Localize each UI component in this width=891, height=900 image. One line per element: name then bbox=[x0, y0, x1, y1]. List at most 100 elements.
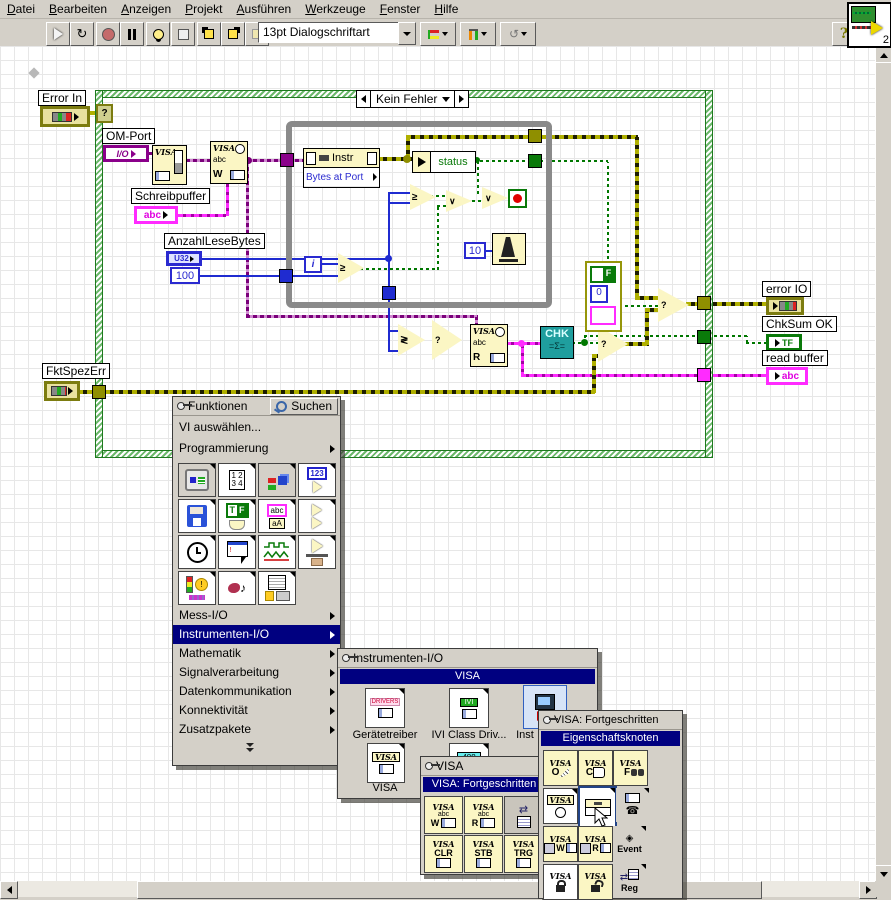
abort-button[interactable] bbox=[96, 22, 120, 46]
timing-icon[interactable] bbox=[178, 535, 216, 569]
schreibpuffer-terminal[interactable]: abc bbox=[134, 206, 178, 224]
waveform-icon[interactable] bbox=[258, 535, 296, 569]
checksum-vi-node[interactable]: CHK =Σ= bbox=[540, 326, 574, 359]
programmierung-item[interactable]: Programmierung bbox=[173, 439, 340, 458]
report-generation-icon[interactable] bbox=[258, 571, 296, 605]
string-wire[interactable] bbox=[521, 374, 766, 377]
property-bytes-at-port[interactable]: Bytes at Port bbox=[306, 172, 363, 183]
case-selector[interactable]: Kein Fehler bbox=[356, 90, 469, 108]
step-over-button[interactable] bbox=[221, 22, 245, 46]
anzahl-terminal[interactable]: U32 bbox=[166, 251, 202, 266]
string-wire[interactable] bbox=[178, 214, 226, 217]
cluster-class-variant-icon[interactable] bbox=[258, 463, 296, 497]
select-vi-item[interactable]: VI auswählen... bbox=[173, 418, 340, 437]
empty-string-constant[interactable] bbox=[590, 306, 616, 325]
pushpin-icon[interactable] bbox=[543, 716, 551, 724]
menu-hilfe[interactable]: Hilfe bbox=[427, 1, 465, 17]
visa-flush-buffer-node[interactable]: VISA bbox=[152, 145, 187, 185]
boolean-icon[interactable]: TF bbox=[218, 499, 256, 533]
fktspezerr-terminal[interactable] bbox=[44, 381, 80, 401]
error-wire[interactable] bbox=[645, 308, 660, 312]
visa-read-stb-icon[interactable]: VISASTB bbox=[464, 835, 503, 873]
loop-condition-terminal[interactable] bbox=[508, 189, 527, 208]
eigenschaftsknoten-category-bar[interactable]: Eigenschaftsknoten bbox=[541, 731, 680, 746]
loop-tunnel-error[interactable] bbox=[528, 129, 542, 143]
error-wire[interactable] bbox=[635, 137, 639, 298]
error-in-terminal[interactable] bbox=[40, 106, 90, 127]
font-selector[interactable]: 13pt Dialogschriftart bbox=[258, 22, 404, 43]
menu-fenster[interactable]: Fenster bbox=[373, 1, 428, 17]
case-selector-label[interactable]: Kein Fehler bbox=[371, 92, 442, 106]
visa-write-icon[interactable]: VISAabcW bbox=[424, 796, 463, 834]
category-zusatzpakete[interactable]: Zusatzpakete bbox=[173, 720, 340, 739]
visa-read-to-file-icon[interactable]: VISAR bbox=[578, 826, 613, 862]
highlight-execution-button[interactable] bbox=[146, 22, 170, 46]
ivi-class-driver-icon[interactable]: IVI bbox=[449, 688, 489, 728]
loop-tunnel-visa[interactable] bbox=[280, 153, 294, 167]
numeric-constant-10[interactable]: 10 bbox=[464, 242, 486, 259]
menu-projekt[interactable]: Projekt bbox=[178, 1, 229, 17]
case-tunnel-boolean[interactable] bbox=[697, 330, 711, 344]
visa-wire[interactable] bbox=[186, 159, 210, 162]
com-port-terminal[interactable]: I/O bbox=[103, 145, 149, 162]
category-mathematik[interactable]: Mathematik bbox=[173, 644, 340, 663]
read-buffer-terminal[interactable]: abc bbox=[766, 367, 808, 385]
error-wire[interactable] bbox=[78, 390, 595, 394]
status-element[interactable]: status bbox=[430, 151, 476, 173]
case-tunnel-string[interactable] bbox=[697, 368, 711, 382]
boolean-wire[interactable] bbox=[708, 335, 748, 337]
category-mess-io[interactable]: Mess-I/O bbox=[173, 606, 340, 625]
string-icon[interactable]: abcaA bbox=[258, 499, 296, 533]
visa-write-from-file-icon[interactable]: VISAW bbox=[543, 826, 578, 862]
vertical-scrollbar-thumb[interactable] bbox=[875, 62, 891, 867]
visa-open-icon[interactable]: VISAO bbox=[543, 750, 578, 786]
run-button[interactable] bbox=[46, 22, 70, 46]
clean-up-diagram-button[interactable]: ↺ bbox=[500, 22, 536, 46]
pushpin-icon[interactable] bbox=[425, 762, 433, 770]
search-button[interactable]: Suchen bbox=[270, 398, 338, 415]
visa-read-icon[interactable]: VISAabcR bbox=[464, 796, 503, 834]
geraetetreiber-icon[interactable]: DRIVERS bbox=[365, 688, 405, 728]
numeric-icon[interactable]: 123 bbox=[298, 463, 336, 497]
interface-specific-icon[interactable]: ☎ bbox=[616, 788, 649, 822]
loop-tunnel-numeric[interactable] bbox=[279, 269, 293, 283]
menu-anzeigen[interactable]: Anzeigen bbox=[114, 1, 178, 17]
string-wire[interactable] bbox=[226, 182, 229, 216]
error-wire[interactable] bbox=[592, 356, 596, 393]
visa-clear-icon[interactable]: VISACLR bbox=[424, 835, 463, 873]
menu-ausfuehren[interactable]: Ausführen bbox=[230, 1, 299, 17]
dialog-user-interface-icon[interactable]: ! bbox=[218, 535, 256, 569]
visa-category-bar[interactable]: VISA bbox=[340, 669, 595, 684]
visa-subpalette-icon[interactable]: VISA bbox=[367, 743, 405, 783]
distribute-objects-button[interactable] bbox=[460, 22, 496, 46]
coercion-dot[interactable]: ? bbox=[96, 104, 113, 123]
chevron-down-icon[interactable] bbox=[442, 97, 450, 102]
error-cluster-constant[interactable]: F 0 bbox=[585, 261, 622, 332]
structures-icon[interactable] bbox=[178, 463, 216, 497]
graphics-sound-icon[interactable]: ♪ bbox=[218, 571, 256, 605]
error-io-terminal[interactable] bbox=[766, 297, 804, 315]
visa-fortgeschritten-category-bar[interactable]: VISA: Fortgeschritten bbox=[423, 777, 545, 792]
string-wire[interactable] bbox=[521, 344, 524, 377]
visa-close-icon[interactable]: VISAC bbox=[578, 750, 613, 786]
visa-lock-icon[interactable]: VISA bbox=[543, 864, 578, 900]
error-wire[interactable] bbox=[635, 296, 660, 300]
visa-read-node[interactable]: VISA abc R bbox=[470, 324, 508, 367]
error-wire[interactable] bbox=[708, 302, 766, 306]
wait-ms-node[interactable] bbox=[492, 233, 526, 265]
visa-find-resource-icon[interactable]: VISAF bbox=[613, 750, 648, 786]
numeric-constant-100[interactable]: 100 bbox=[170, 267, 200, 284]
synchronization-icon[interactable]: ! bbox=[178, 571, 216, 605]
visa-unlock-icon[interactable]: VISA bbox=[578, 864, 613, 900]
chksum-ok-terminal[interactable]: TF bbox=[766, 334, 802, 351]
visa-property-node[interactable]: Instr Bytes at Port bbox=[303, 148, 380, 188]
align-objects-button[interactable] bbox=[420, 22, 456, 46]
case-tunnel-error[interactable] bbox=[92, 385, 106, 399]
loop-tunnel-boolean[interactable] bbox=[528, 154, 542, 168]
error-wire[interactable] bbox=[645, 310, 649, 345]
visa-wire[interactable] bbox=[246, 315, 478, 318]
visa-write-node[interactable]: VISA abc W bbox=[210, 141, 248, 184]
menu-datei[interactable]: Datei bbox=[0, 1, 42, 17]
loop-tunnel-numeric[interactable] bbox=[382, 286, 396, 300]
file-io-icon[interactable] bbox=[178, 499, 216, 533]
